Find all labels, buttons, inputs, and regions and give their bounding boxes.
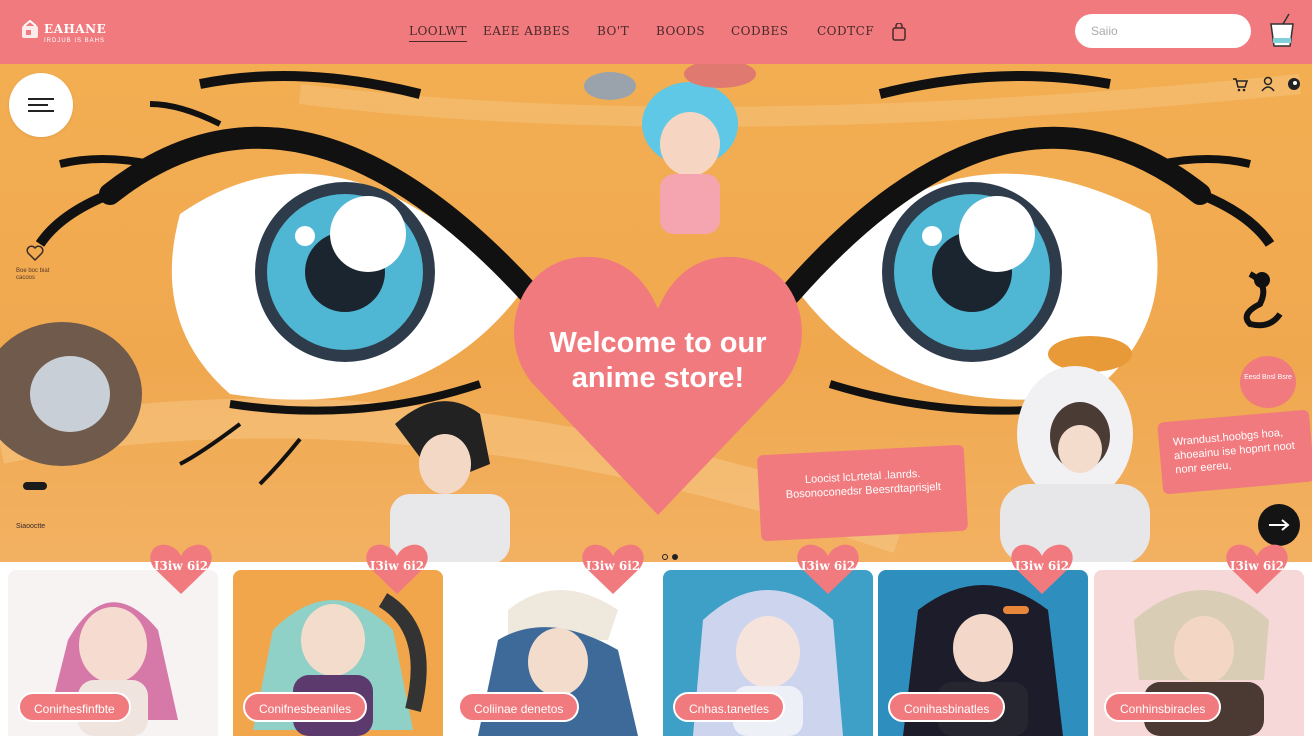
brand-title: EAHANE: [44, 22, 107, 36]
round-badge[interactable]: Eesd Bnsl Bsre: [1240, 356, 1296, 408]
product-3-button[interactable]: Coliinae denetos: [458, 692, 580, 722]
promo-speech-bubble[interactable]: Loocist lcLrtetal .lanrds. Bosonoconedsr…: [756, 444, 969, 542]
carousel-dot-1[interactable]: [662, 554, 668, 560]
next-slide-button[interactable]: [1258, 504, 1300, 546]
price-6: I3iw 6i2: [1229, 559, 1285, 573]
heart-outline-icon[interactable]: [26, 245, 44, 261]
price-4: I3iw 6i2: [800, 559, 856, 573]
product-6-button[interactable]: Conhinsbiracles: [1104, 692, 1222, 722]
hero-banner: Boe boc biat cacoos Siaooctte Welcome to…: [0, 64, 1312, 562]
side-label: Siaooctte: [16, 523, 46, 530]
product-5-button[interactable]: Conihasbinatles: [888, 692, 1006, 722]
product-2-button[interactable]: Conifnesbeaniles: [243, 692, 368, 722]
product-card-2[interactable]: Conifnesbeaniles: [233, 570, 443, 736]
menu-button[interactable]: [9, 73, 73, 137]
nav-link-3[interactable]: BO'T: [597, 24, 629, 38]
price-badge-3[interactable]: I3iw 6i2: [582, 544, 644, 594]
price-badge-6[interactable]: I3iw 6i2: [1226, 544, 1288, 594]
price-badge-4[interactable]: I3iw 6i2: [797, 544, 859, 594]
product-card-4[interactable]: Cnhas.tanetles: [663, 570, 873, 736]
price-3: I3iw 6i2: [585, 559, 641, 573]
product-card-3[interactable]: Coliinae denetos: [448, 570, 658, 736]
side-indicator: [23, 482, 47, 490]
product-card-6[interactable]: Conhinsbiracles: [1094, 570, 1304, 736]
shopping-bag-icon[interactable]: [891, 23, 907, 41]
product-4-button[interactable]: Cnhas.tanetles: [673, 692, 786, 722]
info-speech-bubble[interactable]: Wrandust.hoobgs hoa, ahoeainu ise hopnrt…: [1157, 409, 1312, 495]
product-1-button[interactable]: Conirhesfinfbte: [18, 692, 131, 722]
circle-icon[interactable]: [1286, 76, 1302, 92]
product-card-5[interactable]: Conihasbinatles: [878, 570, 1088, 736]
top-navbar: EAHANE IRDJUB IS BAHS LOOLWT EAEE ABBES …: [0, 0, 1312, 64]
product-grid: Conirhesfinfbte I3iw 6i2 Conifnesbeanile…: [0, 544, 1312, 736]
nav-link-1[interactable]: LOOLWT: [409, 24, 467, 42]
brand-tagline: IRDJUB IS BAHS: [44, 38, 106, 44]
user-icon[interactable]: [1260, 76, 1276, 92]
nav-link-4[interactable]: BOODS: [656, 24, 705, 38]
logo-mark-icon: [22, 20, 38, 38]
brand-logo[interactable]: EAHANE IRDJUB IS BAHS: [20, 16, 110, 48]
product-card-1[interactable]: Conirhesfinfbte: [8, 570, 218, 736]
arrow-right-icon: [1269, 519, 1290, 531]
price-badge-5[interactable]: I3iw 6i2: [1011, 544, 1073, 594]
welcome-headline: Welcome to our anime store!: [549, 327, 767, 394]
hamburger-icon: [28, 98, 54, 112]
price-2: I3iw 6i2: [369, 559, 425, 573]
price-5: I3iw 6i2: [1014, 559, 1070, 573]
carousel-dots: [662, 547, 682, 562]
cart-icon[interactable]: [1232, 76, 1248, 92]
price-badge-2[interactable]: I3iw 6i2: [366, 544, 428, 594]
side-caption: Boe boc biat cacoos: [16, 268, 50, 281]
price-badge-1[interactable]: I3iw 6i2: [150, 544, 212, 594]
carousel-dot-2[interactable]: [672, 554, 678, 560]
price-1: I3iw 6i2: [153, 559, 209, 573]
cup-icon[interactable]: [1265, 12, 1299, 50]
nav-link-6[interactable]: CODTCF: [817, 24, 874, 38]
nav-link-2[interactable]: EAEE ABBES: [483, 24, 570, 38]
nav-link-5[interactable]: CODBES: [731, 24, 788, 38]
search-input[interactable]: [1075, 14, 1251, 48]
